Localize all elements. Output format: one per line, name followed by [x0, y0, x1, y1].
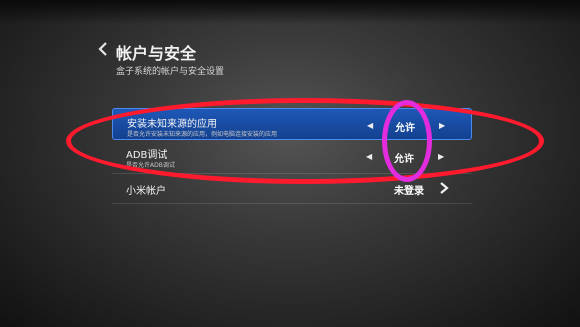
- screen-top-shadow: [0, 0, 580, 24]
- setting-value: 未登录: [394, 186, 424, 197]
- magenta-annotation-ellipse: [382, 100, 432, 182]
- setting-label: 小米帐户: [126, 186, 166, 197]
- page-title: 帐户与安全: [116, 44, 197, 63]
- page-subtitle: 盒子系统的帐户与安全设置: [116, 67, 225, 77]
- tv-screen: 帐户与安全 盒子系统的帐户与安全设置 安装未知来源的应用 是否允许安装未知来源的…: [0, 0, 580, 327]
- red-annotation-ellipse: [66, 98, 544, 184]
- chevron-right-icon[interactable]: [439, 182, 449, 194]
- chevron-left-icon[interactable]: [96, 42, 110, 56]
